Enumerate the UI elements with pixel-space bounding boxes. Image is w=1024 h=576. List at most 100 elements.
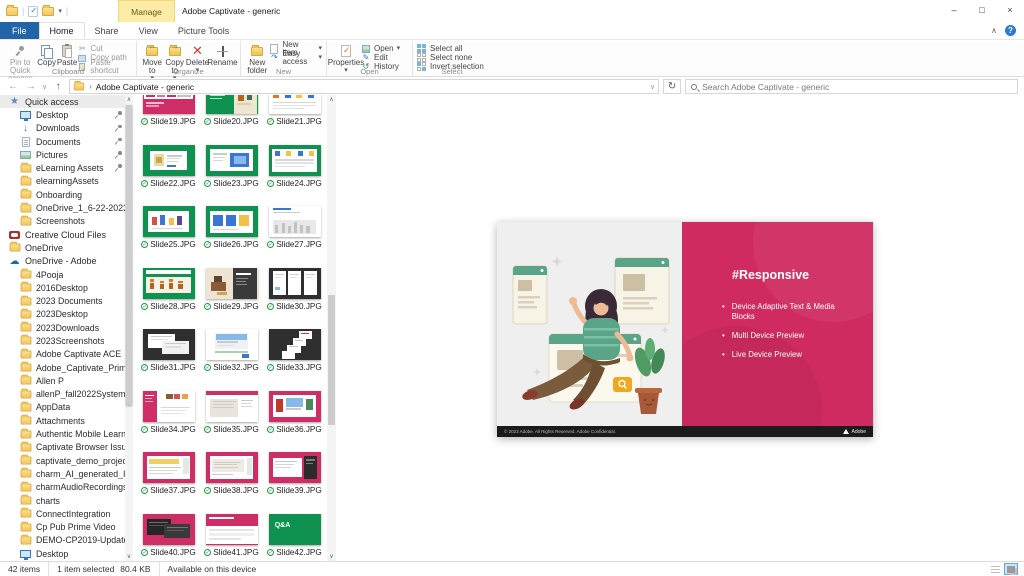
file-thumbnail[interactable]	[206, 391, 258, 422]
sidebar-item-demo-cp2019-update2[interactable]: DEMO-CP2019-Update2	[0, 534, 125, 547]
file-item[interactable]: ✓Slide28.JPG	[137, 268, 200, 330]
sidebar-item-allen-p[interactable]: Allen P	[0, 374, 125, 387]
manage-contextual-header[interactable]: Manage	[118, 0, 175, 22]
sidebar-item-elearning-assets[interactable]: eLearning Assets	[0, 161, 125, 174]
maximize-button[interactable]: □	[968, 0, 996, 20]
sidebar-item-captivate-browser-issues[interactable]: Captivate Browser Issues	[0, 441, 125, 454]
file-item[interactable]: ✓Slide26.JPG	[200, 206, 263, 268]
sidebar-item-charm-ai-generated-images-fr[interactable]: charm_AI_generated_Images_fr	[0, 467, 125, 480]
file-item[interactable]: ✓Slide41.JPG	[200, 514, 263, 562]
file-item[interactable]: ✓Slide40.JPG	[137, 514, 200, 562]
refresh-button[interactable]: ↻	[663, 79, 681, 94]
file-item[interactable]: ✓Slide39.JPG	[263, 452, 326, 514]
file-thumbnail[interactable]	[143, 268, 195, 299]
file-thumbnail[interactable]	[269, 206, 321, 237]
file-thumbnail[interactable]: Q&A	[269, 514, 321, 545]
file-thumbnail[interactable]	[269, 391, 321, 422]
properties-shortcut-icon[interactable]	[28, 6, 38, 17]
sidebar-section-onedrive-adobe[interactable]: ☁OneDrive - Adobe	[0, 255, 125, 268]
open-button[interactable]: Open▾	[361, 45, 400, 53]
sidebar-item-adobe-captivate-prime-assets[interactable]: Adobe_Captivate_Prime_Assets	[0, 361, 125, 374]
sidebar-section-onedrive[interactable]: OneDrive	[0, 241, 125, 254]
file-thumbnail[interactable]	[143, 514, 195, 545]
close-button[interactable]: ×	[996, 0, 1024, 20]
file-thumbnail[interactable]	[143, 206, 195, 237]
scroll-up-icon[interactable]: ∧	[125, 96, 133, 103]
address-input[interactable]: › Adobe Captivate - generic ∨	[69, 79, 659, 94]
sidebar-item-2023-documents[interactable]: 2023 Documents	[0, 294, 125, 307]
filelist-scrollbar[interactable]: ∧ ∨	[327, 95, 336, 561]
file-thumbnail[interactable]	[206, 145, 258, 176]
file-item[interactable]: ✓Slide25.JPG	[137, 206, 200, 268]
copy-to-button[interactable]: → Copy to▾	[163, 43, 185, 83]
collapse-ribbon-icon[interactable]: ∧	[991, 26, 997, 35]
file-item[interactable]: ✓Slide21.JPG	[263, 95, 326, 145]
large-icons-view-button[interactable]	[1004, 563, 1018, 575]
file-thumbnail[interactable]	[206, 514, 258, 545]
file-thumbnail[interactable]	[206, 268, 258, 299]
file-thumbnail[interactable]	[269, 268, 321, 299]
sidebar-item-2023desktop[interactable]: 2023Desktop	[0, 308, 125, 321]
sidebar-item-cp-pub-prime-video[interactable]: Cp Pub Prime Video	[0, 521, 125, 534]
file-item[interactable]: ✓Slide36.JPG	[263, 391, 326, 453]
recent-locations-icon[interactable]: ∨	[42, 83, 47, 91]
file-item[interactable]: ✓Slide30.JPG	[263, 268, 326, 330]
easy-access-button[interactable]: ↷Easy access▾	[269, 54, 322, 62]
cut-button[interactable]: ✂Cut	[77, 45, 132, 53]
file-item[interactable]: ✓Slide33.JPG	[263, 329, 326, 391]
sidebar-item-screenshots[interactable]: Screenshots	[0, 215, 125, 228]
tab-file[interactable]: File	[0, 22, 39, 39]
sidebar-item-connectintegration[interactable]: ConnectIntegration	[0, 507, 125, 520]
pin-to-quick-access-button[interactable]: Pin to Quick access	[4, 43, 36, 83]
sidebar-item-adobe-captivate-ace[interactable]: Adobe Captivate ACE	[0, 348, 125, 361]
sidebar-item-desktop[interactable]: Desktop	[0, 108, 125, 121]
file-item[interactable]: Q&A✓Slide42.JPG	[263, 514, 326, 562]
address-dropdown-icon[interactable]: ∨	[650, 83, 655, 91]
new-folder-shortcut-icon[interactable]	[42, 7, 54, 16]
sidebar-section-creative-cloud-files[interactable]: Creative Cloud Files	[0, 228, 125, 241]
file-item[interactable]: ✓Slide38.JPG	[200, 452, 263, 514]
file-thumbnail[interactable]	[269, 95, 321, 114]
file-thumbnail[interactable]	[143, 391, 195, 422]
edit-button[interactable]: ✎Edit	[361, 54, 400, 62]
sidebar-item-2023downloads[interactable]: 2023Downloads	[0, 321, 125, 334]
file-thumbnail[interactable]	[143, 329, 195, 360]
back-icon[interactable]: ←	[6, 81, 20, 92]
rename-button[interactable]: Rename	[209, 43, 236, 67]
sidebar-section-quick-access[interactable]: ★Quick access	[0, 95, 125, 108]
file-item[interactable]: ✓Slide31.JPG	[137, 329, 200, 391]
file-thumbnail[interactable]	[206, 206, 258, 237]
help-icon[interactable]: ?	[1005, 25, 1016, 36]
details-view-button[interactable]	[988, 563, 1002, 575]
file-item[interactable]: ✓Slide22.JPG	[137, 145, 200, 207]
file-thumbnail[interactable]	[206, 95, 258, 114]
tab-home[interactable]: Home	[39, 22, 85, 39]
sidebar-item-charmaudiorecordingsformarl[interactable]: charmAudioRecordingsForMarl	[0, 481, 125, 494]
up-icon[interactable]: ↑	[51, 81, 65, 92]
file-item[interactable]: ✓Slide23.JPG	[200, 145, 263, 207]
file-item[interactable]: ✓Slide29.JPG	[200, 268, 263, 330]
sidebar-item-allenp-fall2022systembackup[interactable]: allenP_fall2022SystemBackup	[0, 388, 125, 401]
sidebar-item-documents[interactable]: Documents	[0, 135, 125, 148]
sidebar-item-desktop[interactable]: Desktop	[0, 547, 125, 560]
sidebar-item-4pooja[interactable]: 4Pooja	[0, 268, 125, 281]
sidebar-scrollbar-thumb[interactable]	[126, 105, 132, 405]
file-item[interactable]: ✓Slide19.JPG	[137, 95, 200, 145]
sidebar-item-captivate-demo-project-resour[interactable]: captivate_demo_project_resour	[0, 454, 125, 467]
file-thumbnail[interactable]	[206, 329, 258, 360]
file-thumbnail[interactable]	[143, 452, 195, 483]
minimize-button[interactable]: –	[940, 0, 968, 20]
sidebar-item-attachments[interactable]: Attachments	[0, 414, 125, 427]
select-none-button[interactable]: Select none	[417, 54, 484, 62]
file-thumbnail[interactable]	[143, 95, 195, 114]
sidebar-item-authentic-mobile-learning[interactable]: Authentic Mobile Learning	[0, 427, 125, 440]
sidebar-item-onboarding[interactable]: Onboarding	[0, 188, 125, 201]
file-item[interactable]: ✓Slide27.JPG	[263, 206, 326, 268]
file-item[interactable]: ✓Slide32.JPG	[200, 329, 263, 391]
file-item[interactable]: ✓Slide37.JPG	[137, 452, 200, 514]
sidebar-scrollbar[interactable]: ∧ ∨	[125, 95, 133, 561]
sidebar-item-2016desktop[interactable]: 2016Desktop	[0, 281, 125, 294]
sidebar-item-elearningassets[interactable]: elearningAssets	[0, 175, 125, 188]
select-all-button[interactable]: Select all	[417, 45, 484, 53]
search-input[interactable]: Search Adobe Captivate - generic	[685, 79, 1018, 94]
